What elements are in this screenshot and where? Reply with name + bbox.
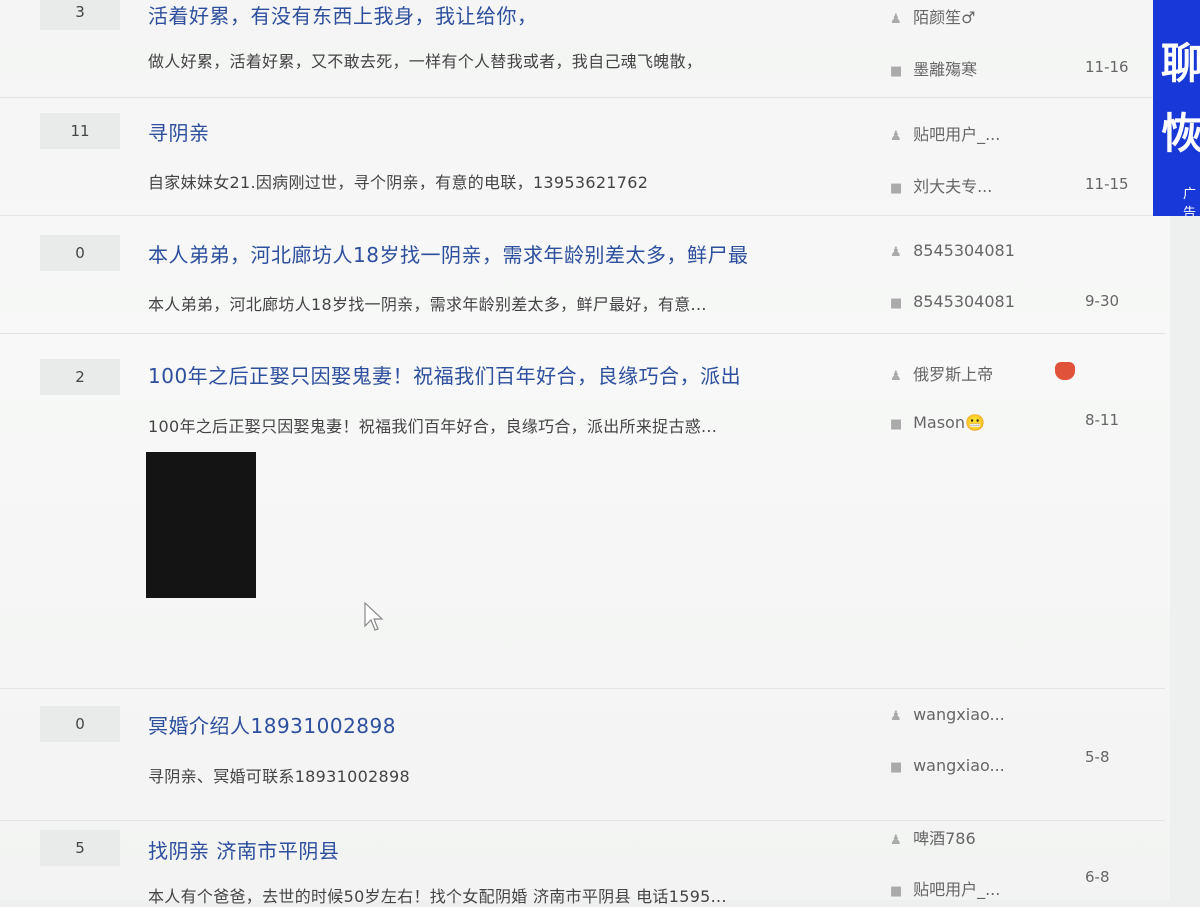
- user-icon: ♟: [890, 709, 902, 724]
- last-reply-user-name[interactable]: 贴吧用户_...: [913, 880, 1000, 899]
- thread-author-name[interactable]: wangxiao...: [913, 705, 1005, 724]
- comment-icon: ■: [890, 181, 903, 196]
- last-reply-date: 8-11: [1085, 411, 1120, 429]
- thread-author[interactable]: ♟ 贴吧用户_...: [890, 121, 1000, 145]
- last-reply-user-name[interactable]: Mason😬: [913, 413, 985, 432]
- ad-text-line-2: 恢: [1161, 109, 1200, 158]
- thread-author[interactable]: ♟ 陌颜笙♂: [890, 4, 975, 28]
- reply-count: 3: [40, 0, 120, 30]
- thread-title-link[interactable]: 冥婚介绍人18931002898: [148, 710, 396, 739]
- reply-count: 5: [40, 830, 120, 866]
- last-reply-user[interactable]: ■ Mason😬: [890, 413, 985, 432]
- side-advertisement-banner[interactable]: 聊 恢 广告: [1153, 0, 1200, 216]
- thread-author-name[interactable]: 啤酒786: [913, 829, 976, 848]
- user-icon: ♟: [890, 12, 902, 27]
- thread-title-link[interactable]: 本人弟弟，河北廊坊人18岁找一阴亲，需求年龄别差太多，鲜尸最: [148, 239, 748, 268]
- thread-author[interactable]: ♟ 啤酒786: [890, 825, 976, 849]
- last-reply-date: 9-30: [1085, 292, 1120, 310]
- user-icon: ♟: [890, 245, 902, 260]
- thread-row: 5 找阴亲 济南市平阴县 本人有个爸爸，去世的时候50岁左右！找个女配阴婚 济南…: [0, 820, 1165, 906]
- last-reply-user-name[interactable]: 8545304081: [913, 292, 1015, 311]
- reply-count: 0: [40, 235, 120, 271]
- last-reply-date: 11-16: [1085, 58, 1129, 76]
- reply-count: 0: [40, 706, 120, 742]
- last-reply-date: 6-8: [1085, 868, 1110, 886]
- thread-abstract: 本人弟弟，河北廊坊人18岁找一阴亲，需求年龄别差太多，鲜尸最好，有意...: [148, 295, 707, 314]
- last-reply-user[interactable]: ■ 贴吧用户_...: [890, 876, 1000, 900]
- thread-abstract: 自家妹妹女21.因病刚过世，寻个阴亲，有意的电联，13953621762: [148, 173, 649, 192]
- thread-title-link[interactable]: 找阴亲 济南市平阴县: [148, 835, 339, 864]
- thread-author-name[interactable]: 贴吧用户_...: [913, 125, 1000, 144]
- user-icon: ♟: [890, 129, 902, 144]
- member-badge-icon: [1055, 362, 1075, 380]
- comment-icon: ■: [890, 296, 903, 311]
- thread-row: 0 本人弟弟，河北廊坊人18岁找一阴亲，需求年龄别差太多，鲜尸最 本人弟弟，河北…: [0, 215, 1165, 334]
- thread-title-link[interactable]: 100年之后正娶只因娶鬼妻！祝福我们百年好合，良缘巧合，派出: [148, 360, 741, 389]
- last-reply-user-name[interactable]: wangxiao...: [913, 756, 1005, 775]
- last-reply-user[interactable]: ■ 墨離殤寒: [890, 56, 977, 80]
- thread-author[interactable]: ♟ wangxiao...: [890, 705, 1005, 724]
- user-icon: ♟: [890, 833, 902, 848]
- last-reply-user[interactable]: ■ 8545304081: [890, 292, 1015, 311]
- last-reply-user-name[interactable]: 刘大夫专...: [913, 177, 992, 196]
- user-icon: ♟: [890, 369, 902, 384]
- thread-row: 11 寻阴亲 自家妹妹女21.因病刚过世，寻个阴亲，有意的电联，13953621…: [0, 97, 1165, 216]
- last-reply-date: 11-15: [1085, 175, 1129, 193]
- thread-author-name[interactable]: 8545304081: [913, 241, 1015, 260]
- thread-list-page: 3 活着好累，有没有东西上我身，我让给你， 做人好累，活着好累，又不敢去死，一样…: [0, 0, 1170, 906]
- comment-icon: ■: [890, 884, 903, 899]
- thread-abstract: 做人好累，活着好累，又不敢去死，一样有个人替我或者，我自己魂飞魄散，: [148, 52, 703, 71]
- thread-abstract: 寻阴亲、冥婚可联系18931002898: [148, 767, 410, 786]
- last-reply-date: 5-8: [1085, 748, 1110, 766]
- thread-row: 0 冥婚介绍人18931002898 寻阴亲、冥婚可联系18931002898 …: [0, 688, 1165, 821]
- last-reply-user-name[interactable]: 墨離殤寒: [913, 60, 977, 79]
- comment-icon: ■: [890, 64, 903, 79]
- thread-author[interactable]: ♟ 8545304081: [890, 241, 1015, 260]
- last-reply-user[interactable]: ■ wangxiao...: [890, 756, 1005, 775]
- last-reply-user[interactable]: ■ 刘大夫专...: [890, 173, 992, 197]
- thread-title-link[interactable]: 活着好累，有没有东西上我身，我让给你，: [148, 0, 538, 29]
- thread-abstract: 100年之后正娶只因娶鬼妻！祝福我们百年好合，良缘巧合，派出所来捉古惑...: [148, 417, 718, 436]
- comment-icon: ■: [890, 417, 903, 432]
- reply-count: 11: [40, 113, 120, 149]
- thread-abstract: 本人有个爸爸，去世的时候50岁左右！找个女配阴婚 济南市平阴县 电话1595..…: [148, 887, 727, 906]
- comment-icon: ■: [890, 760, 903, 775]
- ad-text-line-1: 聊: [1161, 39, 1200, 88]
- reply-count: 2: [40, 359, 120, 395]
- thread-author-name[interactable]: 俄罗斯上帝: [913, 365, 993, 384]
- ad-tag: 广告: [1183, 187, 1197, 216]
- mouse-pointer-icon: [364, 602, 384, 631]
- thread-row: 3 活着好累，有没有东西上我身，我让给你， 做人好累，活着好累，又不敢去死，一样…: [0, 0, 1165, 98]
- thread-image-thumbnail[interactable]: [146, 452, 256, 598]
- thread-title-link[interactable]: 寻阴亲: [148, 117, 210, 146]
- thread-author-name[interactable]: 陌颜笙♂: [913, 8, 975, 27]
- thread-author[interactable]: ♟ 俄罗斯上帝: [890, 361, 993, 385]
